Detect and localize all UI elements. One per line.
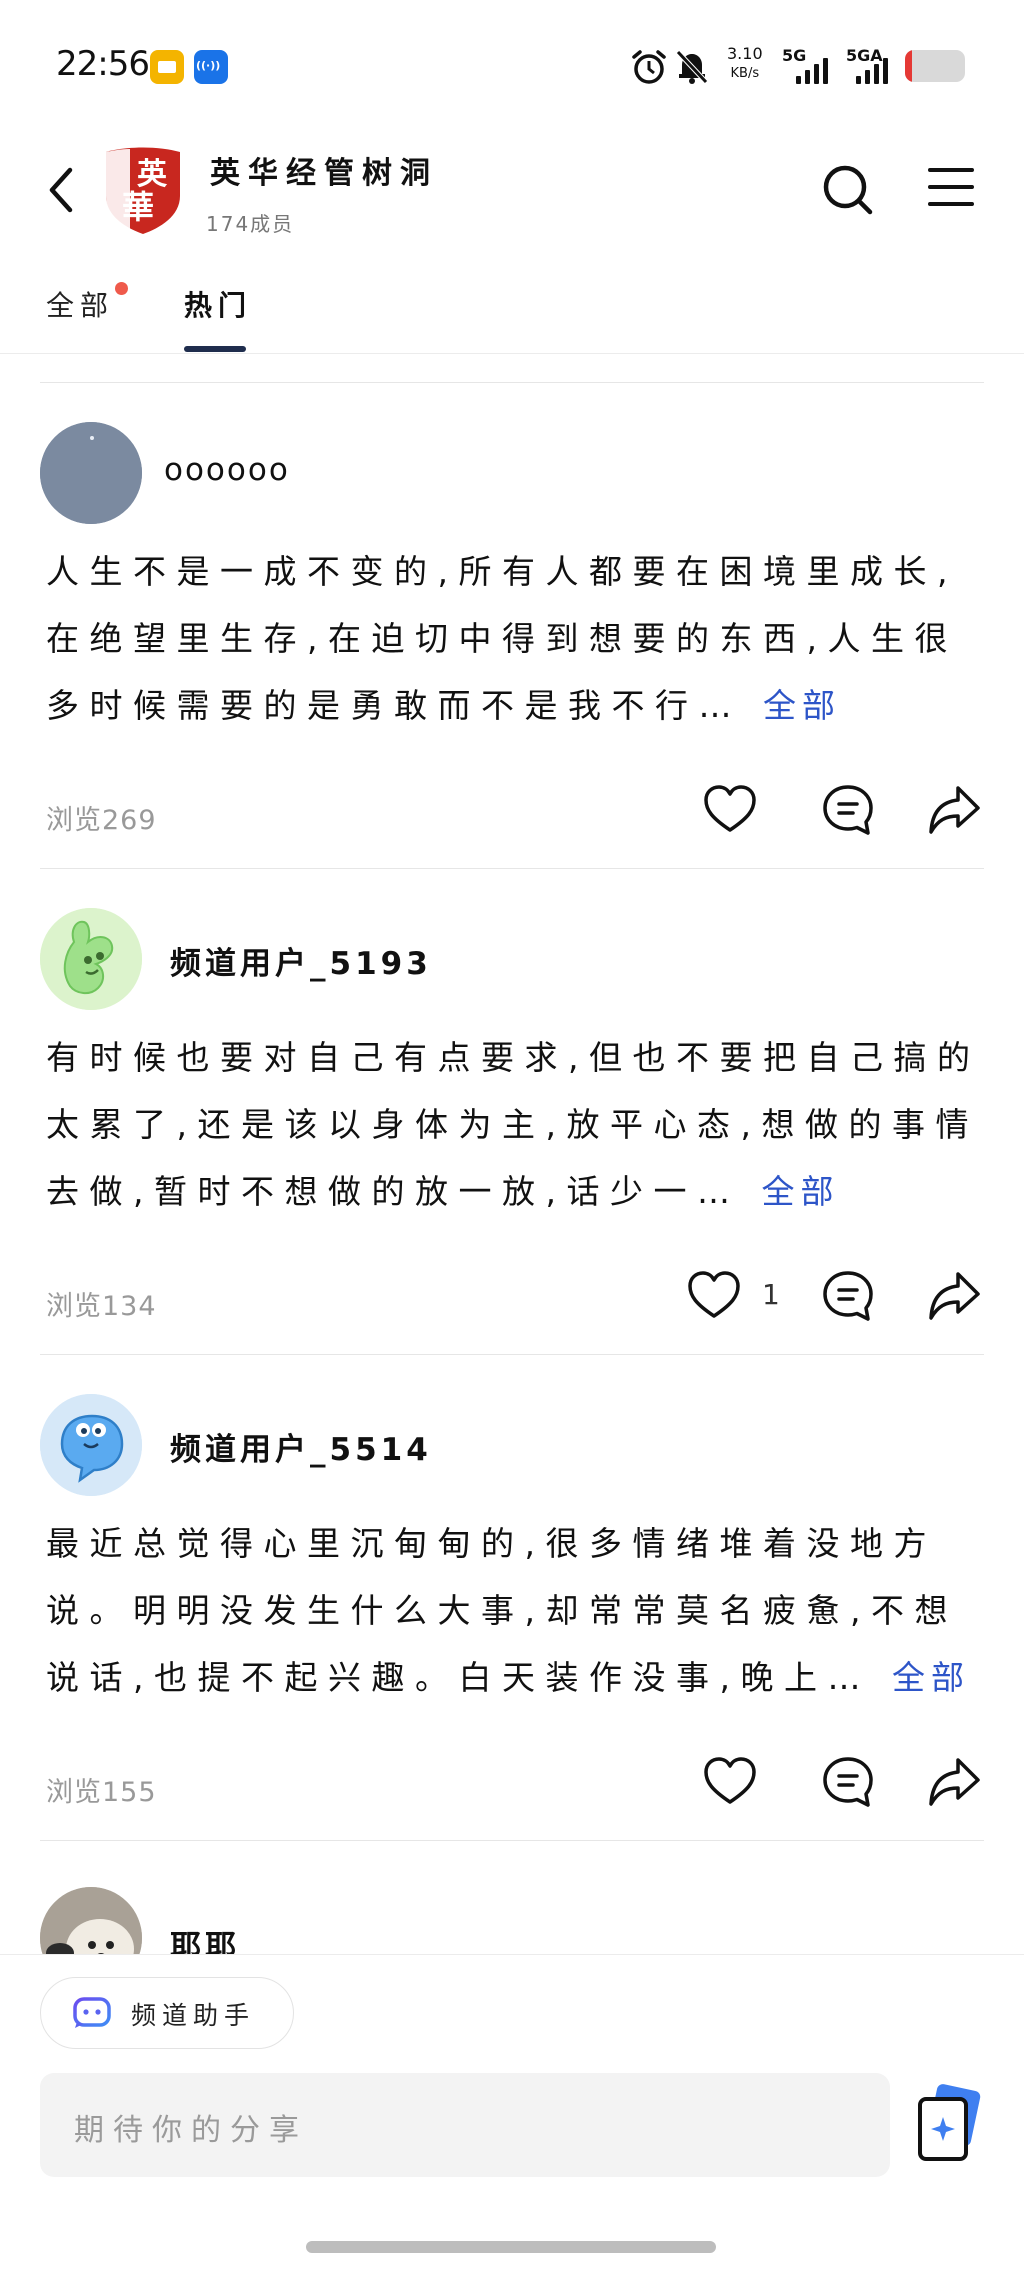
tab-all-notification-dot bbox=[115, 282, 128, 295]
avatar[interactable] bbox=[40, 1887, 142, 1954]
avatar-image bbox=[40, 908, 142, 1010]
share-icon[interactable] bbox=[926, 782, 982, 838]
post-card[interactable]: 频道用户_5193 有时候也要对自己有点要求,但也不要把自己搞的太累了,还是该以… bbox=[0, 868, 1024, 1354]
avatar[interactable] bbox=[40, 1394, 142, 1496]
author-name[interactable]: 频道用户_5514 bbox=[170, 1424, 432, 1469]
view-count: 浏览134 bbox=[46, 1291, 157, 1322]
tab-all[interactable]: 全部 bbox=[46, 284, 114, 324]
like-icon[interactable] bbox=[702, 1754, 758, 1810]
avatar-image bbox=[40, 1887, 142, 1954]
signal-2-bars-icon bbox=[856, 56, 896, 84]
bottom-bar: 频道助手 期待你的分享 bbox=[0, 1954, 1024, 2275]
hotspot-app-icon bbox=[194, 50, 228, 84]
status-time: 22:56 bbox=[56, 44, 150, 84]
network-speed-value: 3.10 bbox=[727, 44, 763, 63]
search-icon[interactable] bbox=[820, 160, 876, 220]
post-body[interactable]: 人生不是一成不变的,所有人都要在困境里成长,在绝望里生存,在迫切中得到想要的东西… bbox=[46, 538, 986, 739]
battery-level-fill bbox=[905, 50, 913, 82]
alarm-icon bbox=[632, 50, 666, 84]
post-body[interactable]: 有时候也要对自己有点要求,但也不要把自己搞的太累了,还是该以身体为主,放平心态,… bbox=[46, 1024, 986, 1225]
comment-icon[interactable] bbox=[820, 1268, 876, 1324]
member-count[interactable]: 174成员 bbox=[206, 208, 294, 237]
post-card[interactable]: 频道用户_5514 最近总觉得心里沉甸甸的,很多情绪堆着没地方说。明明没发生什么… bbox=[0, 1354, 1024, 1840]
author-name[interactable]: oooooo bbox=[164, 452, 290, 488]
author-name[interactable]: 耶耶 bbox=[170, 1921, 240, 1954]
post-text: 有时候也要对自己有点要求,但也不要把自己搞的太累了,还是该以身体为主,放平心态,… bbox=[46, 1038, 981, 1211]
tab-hot[interactable]: 热门 bbox=[184, 284, 252, 324]
post-text: 最近总觉得心里沉甸甸的,很多情绪堆着没地方说。明明没发生什么大事,却常常莫名疲惫… bbox=[46, 1524, 958, 1697]
share-input[interactable]: 期待你的分享 bbox=[40, 2073, 890, 2177]
back-button[interactable] bbox=[40, 160, 80, 220]
compose-post-icon[interactable] bbox=[912, 2083, 984, 2167]
mute-bell-icon bbox=[676, 50, 708, 84]
view-count: 浏览269 bbox=[46, 805, 157, 836]
read-more-link[interactable]: 全部 bbox=[892, 1658, 970, 1697]
logo-char-top: 英 bbox=[137, 157, 168, 192]
logo-char-bottom: 華 bbox=[122, 188, 154, 226]
post-card[interactable]: oooooo 人生不是一成不变的,所有人都要在困境里成长,在绝望里生存,在迫切中… bbox=[0, 382, 1024, 868]
home-indicator[interactable] bbox=[306, 2241, 716, 2253]
channel-header: 英 華 英华经管树洞 174成员 bbox=[0, 130, 1024, 260]
channel-assistant-label: 频道助手 bbox=[131, 2001, 256, 2030]
assistant-bot-icon bbox=[73, 1997, 111, 2028]
share-icon[interactable] bbox=[926, 1754, 982, 1810]
post-feed[interactable]: oooooo 人生不是一成不变的,所有人都要在困境里成长,在绝望里生存,在迫切中… bbox=[0, 354, 1024, 1954]
comment-icon[interactable] bbox=[820, 1754, 876, 1810]
channel-assistant-button[interactable]: 频道助手 bbox=[40, 1977, 294, 2049]
post-body[interactable]: 最近总觉得心里沉甸甸的,很多情绪堆着没地方说。明明没发生什么大事,却常常莫名疲惫… bbox=[46, 1510, 986, 1711]
wallet-app-icon bbox=[150, 50, 184, 84]
view-count: 浏览155 bbox=[46, 1777, 157, 1808]
share-icon[interactable] bbox=[926, 1268, 982, 1324]
comment-icon[interactable] bbox=[820, 782, 876, 838]
network-speed: 3.10 KB/s bbox=[727, 44, 763, 84]
read-more-link[interactable]: 全部 bbox=[761, 1172, 839, 1211]
group-logo[interactable]: 英 華 bbox=[100, 144, 186, 236]
like-icon[interactable] bbox=[702, 782, 758, 838]
active-tab-indicator bbox=[184, 346, 246, 352]
network-speed-unit: KB/s bbox=[730, 66, 760, 81]
read-more-link[interactable]: 全部 bbox=[763, 686, 841, 725]
menu-icon[interactable] bbox=[928, 164, 974, 210]
avatar[interactable] bbox=[40, 908, 142, 1010]
avatar-image bbox=[40, 1394, 142, 1496]
signal-1-bars-icon bbox=[796, 56, 836, 84]
share-input-placeholder: 期待你的分享 bbox=[74, 2113, 308, 2148]
tab-bar: 全部 热门 bbox=[0, 260, 1024, 354]
battery-icon bbox=[905, 50, 965, 82]
like-icon[interactable] bbox=[686, 1268, 742, 1324]
avatar[interactable] bbox=[40, 422, 142, 524]
group-name[interactable]: 英华经管树洞 bbox=[210, 148, 438, 192]
status-bar: 22:56 3.10 KB/s 5G 5GA bbox=[0, 0, 1024, 130]
author-name[interactable]: 频道用户_5193 bbox=[170, 938, 432, 983]
like-count: 1 bbox=[762, 1278, 780, 1311]
divider bbox=[40, 1840, 984, 1841]
avatar-image bbox=[40, 422, 142, 524]
